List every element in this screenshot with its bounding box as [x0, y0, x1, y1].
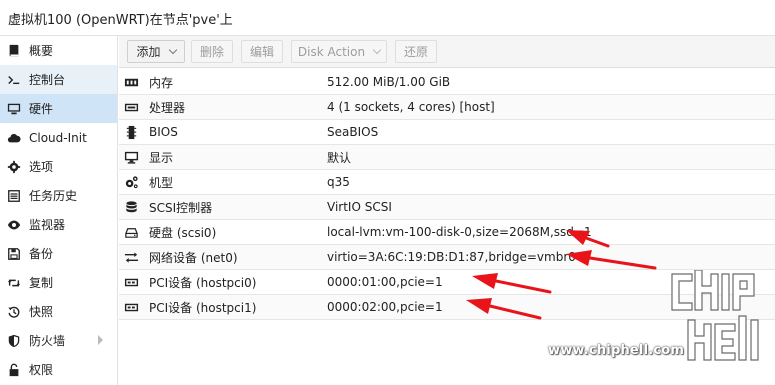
sidebar-item-label: Cloud-Init	[29, 130, 87, 145]
row-value: VirtIO SCSI	[327, 200, 392, 214]
sidebar-item-label: 控制台	[29, 73, 66, 87]
pci-card-icon	[123, 274, 139, 290]
row-name: 处理器	[149, 100, 186, 115]
gear-icon	[6, 159, 22, 175]
chevron-right-icon[interactable]	[98, 335, 103, 345]
sidebar-item-options[interactable]: 选项	[0, 152, 117, 181]
disk-action-button[interactable]: Disk Action	[291, 40, 387, 63]
sidebar-item-firewall[interactable]: 防火墙	[0, 326, 117, 355]
row-value: 4 (1 sockets, 4 cores) [host]	[327, 100, 495, 114]
table-row[interactable]: SCSI控制器 VirtIO SCSI	[119, 195, 775, 220]
eye-icon	[6, 217, 22, 233]
sidebar-item-cloud-init[interactable]: Cloud-Init	[0, 123, 117, 152]
table-row[interactable]: 处理器 4 (1 sockets, 4 cores) [host]	[119, 95, 775, 120]
pci-card-icon	[123, 299, 139, 315]
add-button-label: 添加	[136, 45, 161, 59]
watermark-text: www.chiphell.com	[548, 343, 685, 358]
title-bar: 虚拟机100 (OpenWRT)在节点'pve'上	[0, 0, 775, 36]
table-row[interactable]: BIOS SeaBIOS	[119, 120, 775, 145]
edit-button[interactable]: 编辑	[241, 40, 283, 63]
chevron-down-icon	[168, 45, 177, 55]
chip-icon	[123, 124, 139, 140]
sidebar-item-label: 快照	[29, 305, 54, 319]
unlock-icon	[6, 362, 22, 378]
row-value: q35	[327, 175, 350, 189]
sidebar-item-label: 硬件	[29, 102, 54, 116]
terminal-icon	[6, 72, 22, 88]
row-value: virtio=3A:6C:19:DB:D1:87,bridge=vmbr0	[327, 250, 576, 264]
desktop-icon	[123, 149, 139, 165]
sidebar-item-console[interactable]: 控制台	[0, 65, 117, 94]
cpu-icon	[123, 99, 139, 115]
chevron-down-icon	[372, 45, 382, 55]
sidebar-item-replication[interactable]: 复制	[0, 268, 117, 297]
row-name: 内存	[149, 75, 174, 90]
add-button[interactable]: 添加	[127, 40, 185, 63]
remove-button-label: 删除	[199, 45, 224, 59]
edit-button-label: 编辑	[249, 45, 274, 59]
table-row[interactable]: 网络设备 (net0) virtio=3A:6C:19:DB:D1:87,bri…	[119, 245, 775, 270]
sidebar-item-summary[interactable]: 概要	[0, 36, 117, 65]
table-row[interactable]: 内存 512.00 MiB/1.00 GiB	[119, 70, 775, 95]
table-row[interactable]: 硬盘 (scsi0) local-lvm:vm-100-disk-0,size=…	[119, 220, 775, 245]
floppy-icon	[6, 246, 22, 262]
row-value: 0000:02:00,pcie=1	[327, 300, 443, 314]
row-name: 显示	[149, 150, 174, 165]
row-name: 机型	[149, 175, 174, 190]
row-value: 512.00 MiB/1.00 GiB	[327, 75, 451, 89]
sidebar-item-label: 选项	[29, 160, 54, 174]
row-name: 网络设备 (net0)	[149, 250, 238, 265]
remove-button[interactable]: 删除	[191, 40, 233, 63]
sidebar-item-label: 监视器	[29, 218, 66, 232]
sidebar-item-backup[interactable]: 备份	[0, 239, 117, 268]
table-row[interactable]: 机型 q35	[119, 170, 775, 195]
revert-button-label: 还原	[403, 45, 428, 59]
list-icon	[6, 188, 22, 204]
row-value: 默认	[327, 150, 352, 165]
row-value: SeaBIOS	[327, 125, 379, 139]
row-value: 0000:01:00,pcie=1	[327, 275, 443, 289]
sidebar-item-permissions[interactable]: 权限	[0, 355, 117, 384]
sidebar-item-label: 备份	[29, 247, 54, 261]
revert-button[interactable]: 还原	[395, 40, 437, 63]
hardware-toolbar: 添加 删除 编辑 Disk Action 还原	[119, 36, 775, 68]
disk-action-button-label: Disk Action	[297, 44, 366, 59]
history-icon	[6, 304, 22, 320]
shield-icon	[6, 333, 22, 349]
row-name: 硬盘 (scsi0)	[149, 225, 217, 240]
cloud-icon	[6, 130, 22, 146]
sidebar-item-label: 复制	[29, 276, 54, 290]
page-title: 虚拟机100 (OpenWRT)在节点'pve'上	[8, 13, 233, 28]
exchange-icon	[123, 249, 139, 265]
row-value: local-lvm:vm-100-disk-0,size=2068M,ssd=1	[327, 225, 592, 239]
sidebar-item-label: 防火墙	[29, 334, 66, 348]
sidebar-item-task-history[interactable]: 任务历史	[0, 181, 117, 210]
retweet-icon	[6, 275, 22, 291]
sidebar-item-label: 概要	[29, 44, 54, 58]
sidebar-item-label: 权限	[29, 363, 54, 377]
sidebar-item-hardware[interactable]: 硬件	[0, 94, 117, 123]
database-icon	[123, 199, 139, 215]
sidebar: 概要 控制台 硬件 Cloud-Init 选项 任务历史 监视器 备份 复制 快…	[0, 36, 118, 385]
memory-icon	[123, 74, 139, 90]
hdd-icon	[123, 224, 139, 240]
row-name: SCSI控制器	[149, 200, 213, 215]
row-name: PCI设备 (hostpci0)	[149, 275, 257, 290]
row-name: PCI设备 (hostpci1)	[149, 300, 257, 315]
book-icon	[6, 43, 22, 59]
row-name: BIOS	[149, 125, 178, 139]
table-row[interactable]: 显示 默认	[119, 145, 775, 170]
sidebar-item-monitor[interactable]: 监视器	[0, 210, 117, 239]
cogs-icon	[123, 174, 139, 190]
monitor-icon	[6, 101, 22, 117]
sidebar-item-label: 任务历史	[29, 189, 78, 203]
sidebar-item-snapshots[interactable]: 快照	[0, 297, 117, 326]
